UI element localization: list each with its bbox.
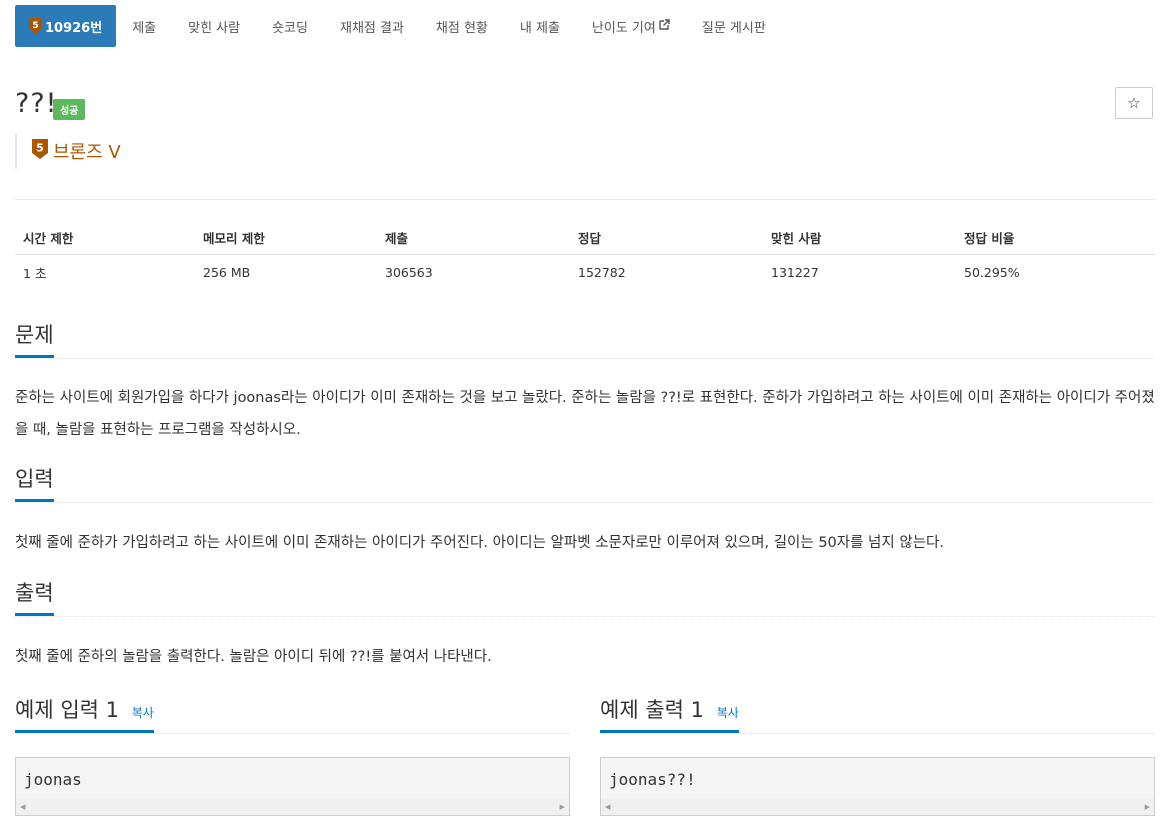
star-icon: ☆	[1127, 94, 1141, 112]
sample-output-content[interactable]: joonas??!	[601, 758, 1154, 803]
scroll-left-icon[interactable]: ◀	[20, 803, 25, 811]
tab-difficulty-label: 난이도 기여	[591, 20, 656, 36]
sample-output-title: 예제 출력 1	[600, 698, 704, 722]
table-header: 메모리 제한	[195, 220, 377, 255]
horizontal-scrollbar[interactable]: ◀ ▶	[16, 798, 569, 815]
sample-input-content[interactable]: joonas	[16, 758, 569, 803]
table-header: 맞힌 사람	[763, 220, 956, 255]
tab-short-coding[interactable]: 숏코딩	[256, 5, 324, 47]
problem-title: ??!	[15, 88, 58, 119]
table-cell: 50.295%	[964, 264, 1020, 280]
svg-text:5: 5	[32, 21, 38, 31]
table-cell: 256 MB	[203, 264, 251, 280]
table-row: 1 초 256 MB 306563 152782 131227 50.295%	[15, 255, 1155, 290]
table-cell: 131227	[771, 264, 819, 280]
input-section-title: 입력	[15, 466, 54, 502]
sample-output-header: 예제 출력 1 복사	[600, 696, 1155, 734]
table-cell: 306563	[385, 264, 433, 280]
tab-difficulty-contribution[interactable]: 난이도 기여	[576, 5, 686, 47]
problem-tier: 5 브론즈 V	[15, 133, 121, 169]
copy-sample-output-button[interactable]: 복사	[717, 706, 739, 720]
table-header: 제출	[377, 220, 570, 255]
horizontal-scrollbar[interactable]: ◀ ▶	[601, 798, 1154, 815]
problem-section-header: 문제	[15, 322, 1155, 359]
sample-output-title-wrap: 예제 출력 1 복사	[600, 696, 739, 733]
problem-nav: 5 10926번 제출 맞힌 사람 숏코딩 재채점 결과 채점 현황 내 제출 …	[15, 5, 782, 47]
output-section-title: 출력	[15, 580, 54, 616]
tab-solved-users[interactable]: 맞힌 사람	[172, 5, 256, 47]
tab-submit[interactable]: 제출	[116, 5, 172, 47]
scroll-right-icon[interactable]: ▶	[560, 803, 565, 811]
sample-input-box: joonas ◀ ▶	[15, 757, 570, 816]
bronze-tier-icon: 5	[32, 139, 48, 163]
tab-rejudge-results[interactable]: 재채점 결과	[324, 5, 420, 47]
scroll-right-icon[interactable]: ▶	[1145, 803, 1150, 811]
problem-info-table: 시간 제한 메모리 제한 제출 정답 맞힌 사람 정답 비율 1 초 256 M…	[15, 220, 1155, 289]
tab-judge-status[interactable]: 채점 현황	[420, 5, 504, 47]
favorite-button[interactable]: ☆	[1115, 87, 1153, 119]
table-cell: 152782	[578, 264, 626, 280]
divider	[15, 199, 1155, 200]
tier-label[interactable]: 브론즈 V	[53, 138, 121, 164]
sample-input-title: 예제 입력 1	[15, 698, 119, 722]
input-section-header: 입력	[15, 466, 1155, 503]
output-description: 첫째 줄에 준하의 놀람을 출력한다. 놀람은 아이디 뒤에 ??!를 붙여서 …	[15, 649, 492, 665]
tab-my-submissions[interactable]: 내 제출	[504, 5, 576, 47]
sample-input-title-wrap: 예제 입력 1 복사	[15, 696, 154, 733]
status-badge: 성공	[53, 99, 86, 120]
svg-text:5: 5	[36, 142, 44, 155]
sample-output-box: joonas??! ◀ ▶	[600, 757, 1155, 816]
table-header: 정답	[570, 220, 763, 255]
input-description: 첫째 줄에 준하가 가입하려고 하는 사이트에 이미 존재하는 아이디가 주어진…	[15, 535, 944, 551]
table-cell: 1 초	[23, 265, 47, 281]
table-header-row: 시간 제한 메모리 제한 제출 정답 맞힌 사람 정답 비율	[15, 220, 1155, 255]
problem-section-title: 문제	[15, 322, 54, 358]
tab-problem[interactable]: 5 10926번	[15, 5, 117, 47]
table-header: 시간 제한	[15, 220, 195, 255]
external-link-icon	[659, 18, 670, 34]
sample-input-header: 예제 입력 1 복사	[15, 696, 570, 734]
scroll-left-icon[interactable]: ◀	[605, 803, 610, 811]
bronze-tier-icon: 5	[29, 18, 42, 34]
copy-sample-input-button[interactable]: 복사	[132, 706, 154, 720]
tab-qna-board[interactable]: 질문 게시판	[686, 5, 782, 47]
tab-problem-label: 10926번	[45, 20, 103, 36]
problem-description: 준하는 사이트에 회원가입을 하다가 joonas라는 아이디가 이미 존재하는…	[15, 390, 1155, 438]
table-header: 정답 비율	[956, 220, 1155, 255]
output-section-header: 출력	[15, 580, 1155, 617]
